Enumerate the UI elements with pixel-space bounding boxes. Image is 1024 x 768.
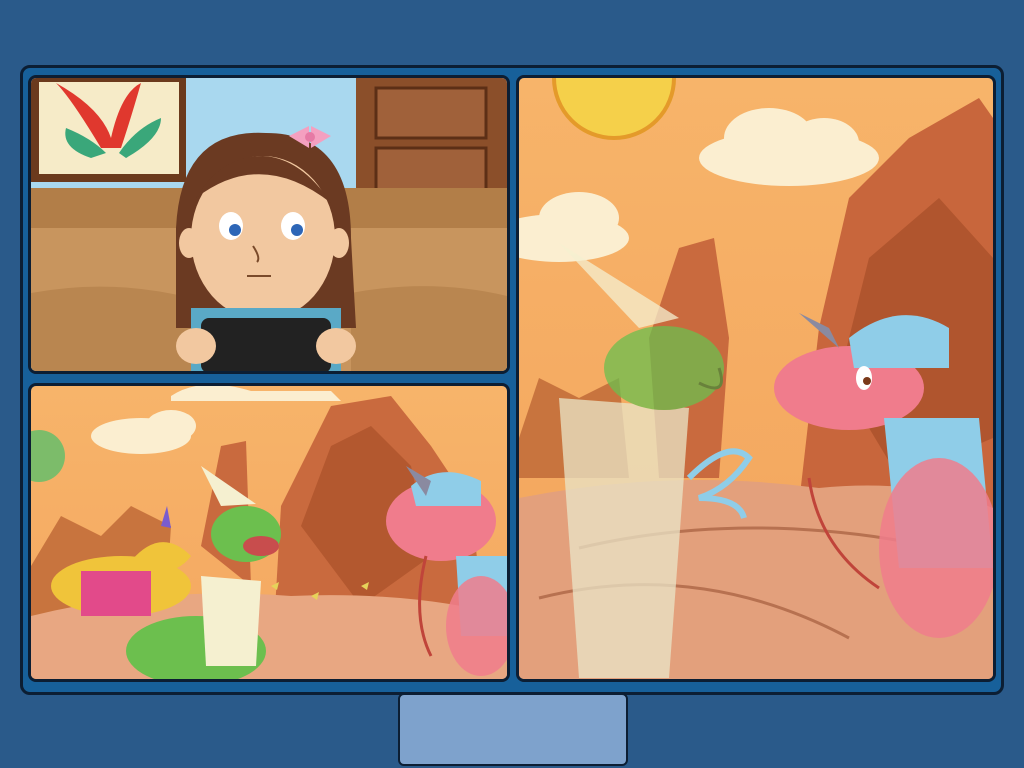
comic-panel-girl-gaming (28, 75, 510, 374)
next-button[interactable] (398, 693, 628, 766)
girl-gaming-illustration (31, 78, 507, 371)
girl-character (176, 126, 356, 371)
desert-party-illustration (31, 386, 507, 679)
wizard-knight-illustration (519, 78, 993, 679)
handheld-console (201, 318, 331, 371)
comic-panel-wizard-and-knight (516, 75, 996, 682)
comic-panel-desert-party (28, 383, 510, 682)
flower-painting (31, 78, 186, 182)
